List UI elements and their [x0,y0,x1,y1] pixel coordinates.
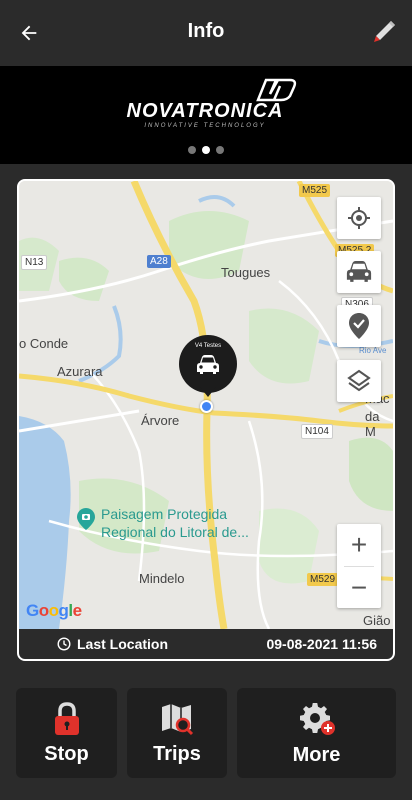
google-attribution: Google [26,601,82,620]
road-shield-n13: N13 [21,255,48,270]
pencil-icon [374,21,395,42]
page-title: Info [187,20,225,42]
place-button[interactable] [337,305,381,347]
map-label-mindelo: Mindelo [139,571,185,586]
map-label-conde: o Conde [19,336,69,351]
carousel-dot[interactable] [216,146,224,154]
gear-plus-icon [299,702,335,735]
location-check-icon [349,313,369,339]
novatronica-logo: NOVATRONICA INNOVATIVE TECHNOLOGY [110,78,300,134]
map-label-giao: Gião [363,613,391,628]
last-location-label-group: Last Location [57,636,168,652]
road-shield-m529: M529 [307,573,339,586]
road-shield-a28: A28 [147,255,171,268]
current-location-dot [200,400,213,413]
stop-button-label: Stop [44,742,89,765]
layers-icon [347,369,371,392]
logo-mark-icon [256,78,297,102]
locate-button[interactable] [337,197,381,239]
vehicle-marker-pointer [200,387,216,397]
logo-text: NOVATRONICA [126,100,284,122]
vehicle-button[interactable] [337,251,381,293]
poi-label-line1: Paisagem Protegida [101,506,228,522]
zoom-in-button[interactable]: + [337,524,381,566]
vehicle-marker-label: V4 Testes [194,343,222,349]
last-location-label: Last Location [77,636,169,652]
carousel-dot-active[interactable] [202,146,210,154]
layers-button[interactable] [337,360,381,402]
carousel-dot[interactable] [188,146,196,154]
trips-button-label: Trips [153,742,201,765]
map-label-da-m: da M [365,409,380,439]
zoom-out-button[interactable]: − [337,567,381,609]
action-bar: Stop Trips More [0,688,412,778]
car-icon [346,261,372,282]
top-app-bar: Info [0,0,412,66]
carousel-indicator [0,146,412,154]
crosshair-icon [348,207,370,229]
last-location-bar: Last Location 09-08-2021 11:56 [19,629,393,659]
map-label-azurara: Azurara [57,364,103,379]
clock-icon [57,637,71,651]
map-label-tougues: Tougues [221,265,271,280]
more-button[interactable]: More [237,688,396,778]
stop-button[interactable]: Stop [16,688,117,778]
map-view[interactable]: Tougues o Conde Azurara Árvore Mindelo G… [19,181,393,629]
road-shield-n104: N104 [301,424,333,439]
poi-label-line2: Regional do Litoral de... [101,524,249,540]
car-icon [197,355,219,374]
map-label-arvore: Árvore [141,413,180,428]
edit-button[interactable] [368,16,400,48]
vehicle-marker[interactable]: V4 Testes [179,335,237,393]
brand-banner[interactable]: NOVATRONICA INNOVATIVE TECHNOLOGY [0,66,412,164]
more-button-label: More [292,743,341,766]
zoom-controls: + − [337,524,381,608]
app-root: Info NOVATRONICA INNOVATIVE TECHNOLOGY T… [0,0,412,800]
logo-tagline: INNOVATIVE TECHNOLOGY [144,123,266,129]
road-shield-m525: M525 [299,184,331,197]
park-pin-icon [77,508,95,530]
map-search-icon [162,703,194,735]
trips-button[interactable]: Trips [127,688,227,778]
lock-icon [54,701,79,735]
map-card: Tougues o Conde Azurara Árvore Mindelo G… [17,179,395,661]
last-location-datetime: 09-08-2021 11:56 [266,636,377,652]
map-label-rio-ave: Rio Ave [359,346,387,355]
